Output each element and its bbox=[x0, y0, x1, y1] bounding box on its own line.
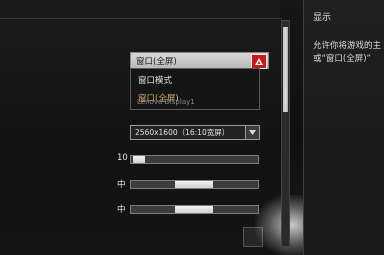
display-mode-value: 窗口(全屏) bbox=[136, 57, 177, 67]
help-title: 显示 bbox=[313, 13, 332, 23]
slider-value-3: 中 bbox=[117, 205, 126, 215]
resolution-dropdown[interactable]: 2560x1600（16:10宽屏） bbox=[130, 125, 260, 140]
slider-3[interactable] bbox=[130, 205, 259, 214]
triangle-up-icon bbox=[255, 58, 263, 65]
help-panel: 显示 允许你将游戏的主 或“窗口(全屏)” bbox=[303, 0, 384, 255]
slider-1[interactable] bbox=[130, 155, 259, 164]
option-windowed[interactable]: 窗口模式 bbox=[138, 74, 172, 86]
triangle-down-icon bbox=[249, 130, 256, 135]
slider-2-thumb[interactable] bbox=[175, 181, 213, 188]
scrollbar-thumb[interactable] bbox=[283, 27, 288, 112]
help-description: 允许你将游戏的主 或“窗口(全屏)” bbox=[313, 41, 382, 64]
slider-1-thumb[interactable] bbox=[133, 156, 145, 163]
slider-value-1: 10 bbox=[117, 153, 128, 163]
settings-scrollbar[interactable] bbox=[281, 20, 290, 247]
panel-divider bbox=[0, 18, 282, 19]
resolution-arrow-button[interactable] bbox=[245, 126, 259, 139]
game-screen: 窗口(全屏) 窗口模式 窗口(全屏) Lenovo Display1 2560x… bbox=[0, 0, 384, 255]
slider-2[interactable] bbox=[130, 180, 259, 189]
monitor-name-text: Lenovo Display1 bbox=[137, 98, 195, 106]
dropdown-toggle-button[interactable] bbox=[251, 54, 267, 69]
slider-3-thumb[interactable] bbox=[175, 206, 213, 213]
slider-value-2: 中 bbox=[117, 180, 126, 190]
resolution-value: 2560x1600（16:10宽屏） bbox=[135, 128, 230, 137]
display-mode-dropdown[interactable]: 窗口(全屏) bbox=[130, 52, 269, 69]
